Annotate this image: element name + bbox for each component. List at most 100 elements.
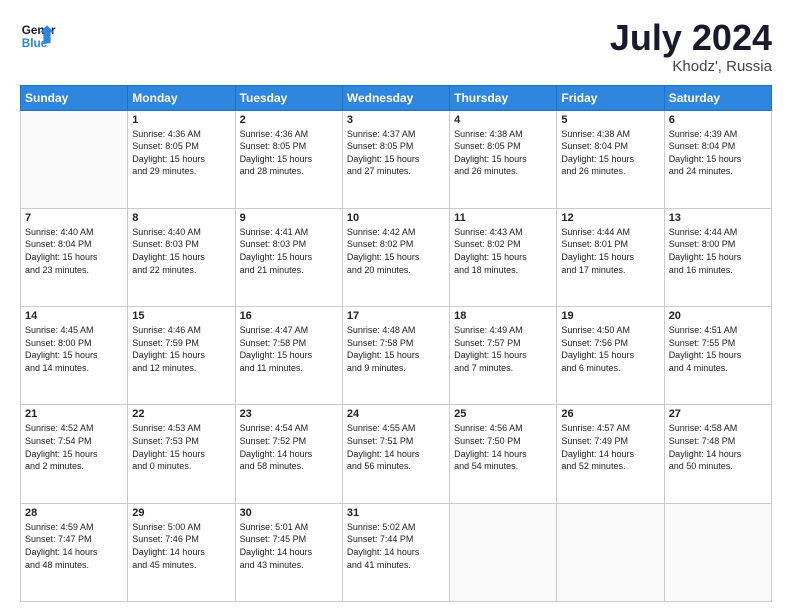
table-row: 28 Sunrise: 4:59 AM Sunset: 7:47 PM Dayli… <box>21 503 128 601</box>
calendar-week-row: 1 Sunrise: 4:36 AM Sunset: 8:05 PM Daylig… <box>21 110 772 208</box>
day-number: 19 <box>561 310 659 322</box>
table-row: 12Sunrise: 4:44 AM Sunset: 8:01 PM Dayli… <box>557 208 664 306</box>
day-number: 30 <box>240 507 338 519</box>
day-number: 17 <box>347 310 445 322</box>
table-row: 10 Sunrise: 4:42 AM Sunset: 8:02 PM Dayli… <box>342 208 449 306</box>
col-sunday: Sunday <box>21 85 128 110</box>
day-number: 10 <box>347 212 445 224</box>
day-number: 14 <box>25 310 123 322</box>
col-saturday: Saturday <box>664 85 771 110</box>
cell-content: Sunrise: 4:52 AM Sunset: 7:54 PM Dayligh… <box>25 422 123 472</box>
calendar-week-row: 7Sunrise: 4:40 AM Sunset: 8:04 PM Daylig… <box>21 208 772 306</box>
cell-content: Sunrise: 4:39 AM Sunset: 8:04 PM Dayligh… <box>669 128 767 178</box>
day-number: 3 <box>347 114 445 126</box>
table-row: 9 Sunrise: 4:41 AM Sunset: 8:03 PM Daylig… <box>235 208 342 306</box>
day-number: 31 <box>347 507 445 519</box>
table-row: 3 Sunrise: 4:37 AM Sunset: 8:05 PM Daylig… <box>342 110 449 208</box>
table-row: 26 Sunrise: 4:57 AM Sunset: 7:49 PM Dayli… <box>557 405 664 503</box>
day-number: 21 <box>25 408 123 420</box>
table-row <box>664 503 771 601</box>
table-row: 31Sunrise: 5:02 AM Sunset: 7:44 PM Dayli… <box>342 503 449 601</box>
table-row: 1 Sunrise: 4:36 AM Sunset: 8:05 PM Daylig… <box>128 110 235 208</box>
table-row <box>21 110 128 208</box>
day-number: 26 <box>561 408 659 420</box>
cell-content: Sunrise: 4:43 AM Sunset: 8:02 PM Dayligh… <box>454 226 552 276</box>
day-number: 22 <box>132 408 230 420</box>
col-tuesday: Tuesday <box>235 85 342 110</box>
table-row: 27 Sunrise: 4:58 AM Sunset: 7:48 PM Dayli… <box>664 405 771 503</box>
table-row: 7Sunrise: 4:40 AM Sunset: 8:04 PM Daylig… <box>21 208 128 306</box>
day-number: 28 <box>25 507 123 519</box>
table-row <box>450 503 557 601</box>
day-number: 4 <box>454 114 552 126</box>
table-row: 23Sunrise: 4:54 AM Sunset: 7:52 PM Dayli… <box>235 405 342 503</box>
cell-content: Sunrise: 4:54 AM Sunset: 7:52 PM Dayligh… <box>240 422 338 472</box>
table-row: 20 Sunrise: 4:51 AM Sunset: 7:55 PM Dayli… <box>664 307 771 405</box>
header: General Blue July 2024 Khodz', Russia <box>20 18 772 75</box>
calendar-week-row: 21 Sunrise: 4:52 AM Sunset: 7:54 PM Dayli… <box>21 405 772 503</box>
cell-content: Sunrise: 4:38 AM Sunset: 8:04 PM Dayligh… <box>561 128 659 178</box>
col-thursday: Thursday <box>450 85 557 110</box>
cell-content: Sunrise: 4:53 AM Sunset: 7:53 PM Dayligh… <box>132 422 230 472</box>
title-month: July 2024 <box>610 18 772 58</box>
table-row: 6 Sunrise: 4:39 AM Sunset: 8:04 PM Daylig… <box>664 110 771 208</box>
day-number: 12 <box>561 212 659 224</box>
table-row: 19Sunrise: 4:50 AM Sunset: 7:56 PM Dayli… <box>557 307 664 405</box>
table-row: 24 Sunrise: 4:55 AM Sunset: 7:51 PM Dayli… <box>342 405 449 503</box>
day-number: 27 <box>669 408 767 420</box>
day-number: 8 <box>132 212 230 224</box>
table-row: 14 Sunrise: 4:45 AM Sunset: 8:00 PM Dayli… <box>21 307 128 405</box>
cell-content: Sunrise: 4:42 AM Sunset: 8:02 PM Dayligh… <box>347 226 445 276</box>
calendar-header-row: Sunday Monday Tuesday Wednesday Thursday… <box>21 85 772 110</box>
cell-content: Sunrise: 4:59 AM Sunset: 7:47 PM Dayligh… <box>25 521 123 571</box>
day-number: 25 <box>454 408 552 420</box>
col-monday: Monday <box>128 85 235 110</box>
cell-content: Sunrise: 4:37 AM Sunset: 8:05 PM Dayligh… <box>347 128 445 178</box>
cell-content: Sunrise: 4:48 AM Sunset: 7:58 PM Dayligh… <box>347 324 445 374</box>
day-number: 1 <box>132 114 230 126</box>
table-row: 13 Sunrise: 4:44 AM Sunset: 8:00 PM Dayli… <box>664 208 771 306</box>
logo: General Blue <box>20 18 56 54</box>
cell-content: Sunrise: 4:47 AM Sunset: 7:58 PM Dayligh… <box>240 324 338 374</box>
day-number: 20 <box>669 310 767 322</box>
cell-content: Sunrise: 4:36 AM Sunset: 8:05 PM Dayligh… <box>240 128 338 178</box>
table-row: 4 Sunrise: 4:38 AM Sunset: 8:05 PM Daylig… <box>450 110 557 208</box>
day-number: 5 <box>561 114 659 126</box>
cell-content: Sunrise: 4:49 AM Sunset: 7:57 PM Dayligh… <box>454 324 552 374</box>
table-row: 5 Sunrise: 4:38 AM Sunset: 8:04 PM Daylig… <box>557 110 664 208</box>
table-row: 21 Sunrise: 4:52 AM Sunset: 7:54 PM Dayli… <box>21 405 128 503</box>
col-friday: Friday <box>557 85 664 110</box>
day-number: 13 <box>669 212 767 224</box>
cell-content: Sunrise: 4:55 AM Sunset: 7:51 PM Dayligh… <box>347 422 445 472</box>
table-row: 2 Sunrise: 4:36 AM Sunset: 8:05 PM Daylig… <box>235 110 342 208</box>
cell-content: Sunrise: 4:44 AM Sunset: 8:00 PM Dayligh… <box>669 226 767 276</box>
cell-content: Sunrise: 4:57 AM Sunset: 7:49 PM Dayligh… <box>561 422 659 472</box>
table-row: 15Sunrise: 4:46 AM Sunset: 7:59 PM Dayli… <box>128 307 235 405</box>
cell-content: Sunrise: 4:36 AM Sunset: 8:05 PM Dayligh… <box>132 128 230 178</box>
table-row: 11 Sunrise: 4:43 AM Sunset: 8:02 PM Dayli… <box>450 208 557 306</box>
cell-content: Sunrise: 4:58 AM Sunset: 7:48 PM Dayligh… <box>669 422 767 472</box>
title-location: Khodz', Russia <box>610 58 772 75</box>
table-row: 30 Sunrise: 5:01 AM Sunset: 7:45 PM Dayli… <box>235 503 342 601</box>
cell-content: Sunrise: 4:56 AM Sunset: 7:50 PM Dayligh… <box>454 422 552 472</box>
table-row: 17 Sunrise: 4:48 AM Sunset: 7:58 PM Dayli… <box>342 307 449 405</box>
title-block: July 2024 Khodz', Russia <box>610 18 772 75</box>
day-number: 24 <box>347 408 445 420</box>
cell-content: Sunrise: 4:51 AM Sunset: 7:55 PM Dayligh… <box>669 324 767 374</box>
day-number: 16 <box>240 310 338 322</box>
cell-content: Sunrise: 5:00 AM Sunset: 7:46 PM Dayligh… <box>132 521 230 571</box>
col-wednesday: Wednesday <box>342 85 449 110</box>
page: General Blue July 2024 Khodz', Russia Su… <box>0 0 792 612</box>
day-number: 11 <box>454 212 552 224</box>
cell-content: Sunrise: 4:46 AM Sunset: 7:59 PM Dayligh… <box>132 324 230 374</box>
day-number: 2 <box>240 114 338 126</box>
cell-content: Sunrise: 4:38 AM Sunset: 8:05 PM Dayligh… <box>454 128 552 178</box>
cell-content: Sunrise: 4:45 AM Sunset: 8:00 PM Dayligh… <box>25 324 123 374</box>
cell-content: Sunrise: 4:41 AM Sunset: 8:03 PM Dayligh… <box>240 226 338 276</box>
cell-content: Sunrise: 5:01 AM Sunset: 7:45 PM Dayligh… <box>240 521 338 571</box>
day-number: 9 <box>240 212 338 224</box>
table-row <box>557 503 664 601</box>
calendar-table: Sunday Monday Tuesday Wednesday Thursday… <box>20 85 772 602</box>
day-number: 29 <box>132 507 230 519</box>
day-number: 6 <box>669 114 767 126</box>
